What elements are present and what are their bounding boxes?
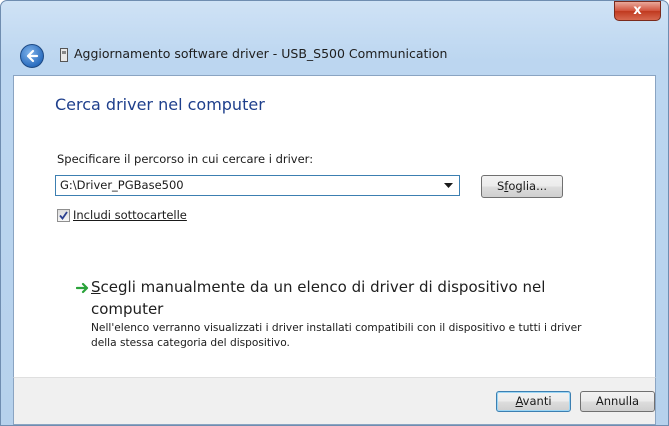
browse-label-suffix: oglia... <box>508 179 548 193</box>
cancel-button[interactable]: Annulla <box>580 391 655 412</box>
next-accelerator: A <box>515 394 523 408</box>
path-dropdown-button[interactable] <box>441 176 457 195</box>
window-title: Aggiornamento software driver - USB_S500… <box>74 46 448 61</box>
manual-link-text: cegli manualmente da un elenco di driver… <box>91 278 546 318</box>
manual-link-accelerator: S <box>91 278 101 296</box>
path-input[interactable] <box>56 176 440 195</box>
close-button[interactable]: x <box>614 1 661 21</box>
checkmark-icon <box>59 211 68 220</box>
manual-link-description: Nell'elenco verranno visualizzati i driv… <box>91 322 582 349</box>
browse-button[interactable]: Sfoglia... <box>481 175 563 198</box>
green-arrow-icon <box>76 282 89 294</box>
next-button[interactable]: Avanti <box>496 391 571 412</box>
page-heading: Cerca driver nel computer <box>55 95 265 114</box>
path-combobox <box>55 175 460 196</box>
back-arrow-icon <box>26 49 39 63</box>
path-label: Specificare il percorso in cui cercare i… <box>57 152 314 166</box>
include-subfolders-text: Includi sottocartelle <box>73 208 187 222</box>
dropdown-arrow-icon <box>444 183 453 188</box>
include-subfolders-label[interactable]: Includi sottocartelle <box>73 208 187 222</box>
include-subfolders-checkbox[interactable] <box>57 209 70 222</box>
device-icon <box>60 48 68 62</box>
back-button[interactable] <box>20 44 44 68</box>
next-label: vanti <box>522 394 552 408</box>
manual-driver-link[interactable]: Scegli manualmente da un elenco di drive… <box>91 276 571 320</box>
